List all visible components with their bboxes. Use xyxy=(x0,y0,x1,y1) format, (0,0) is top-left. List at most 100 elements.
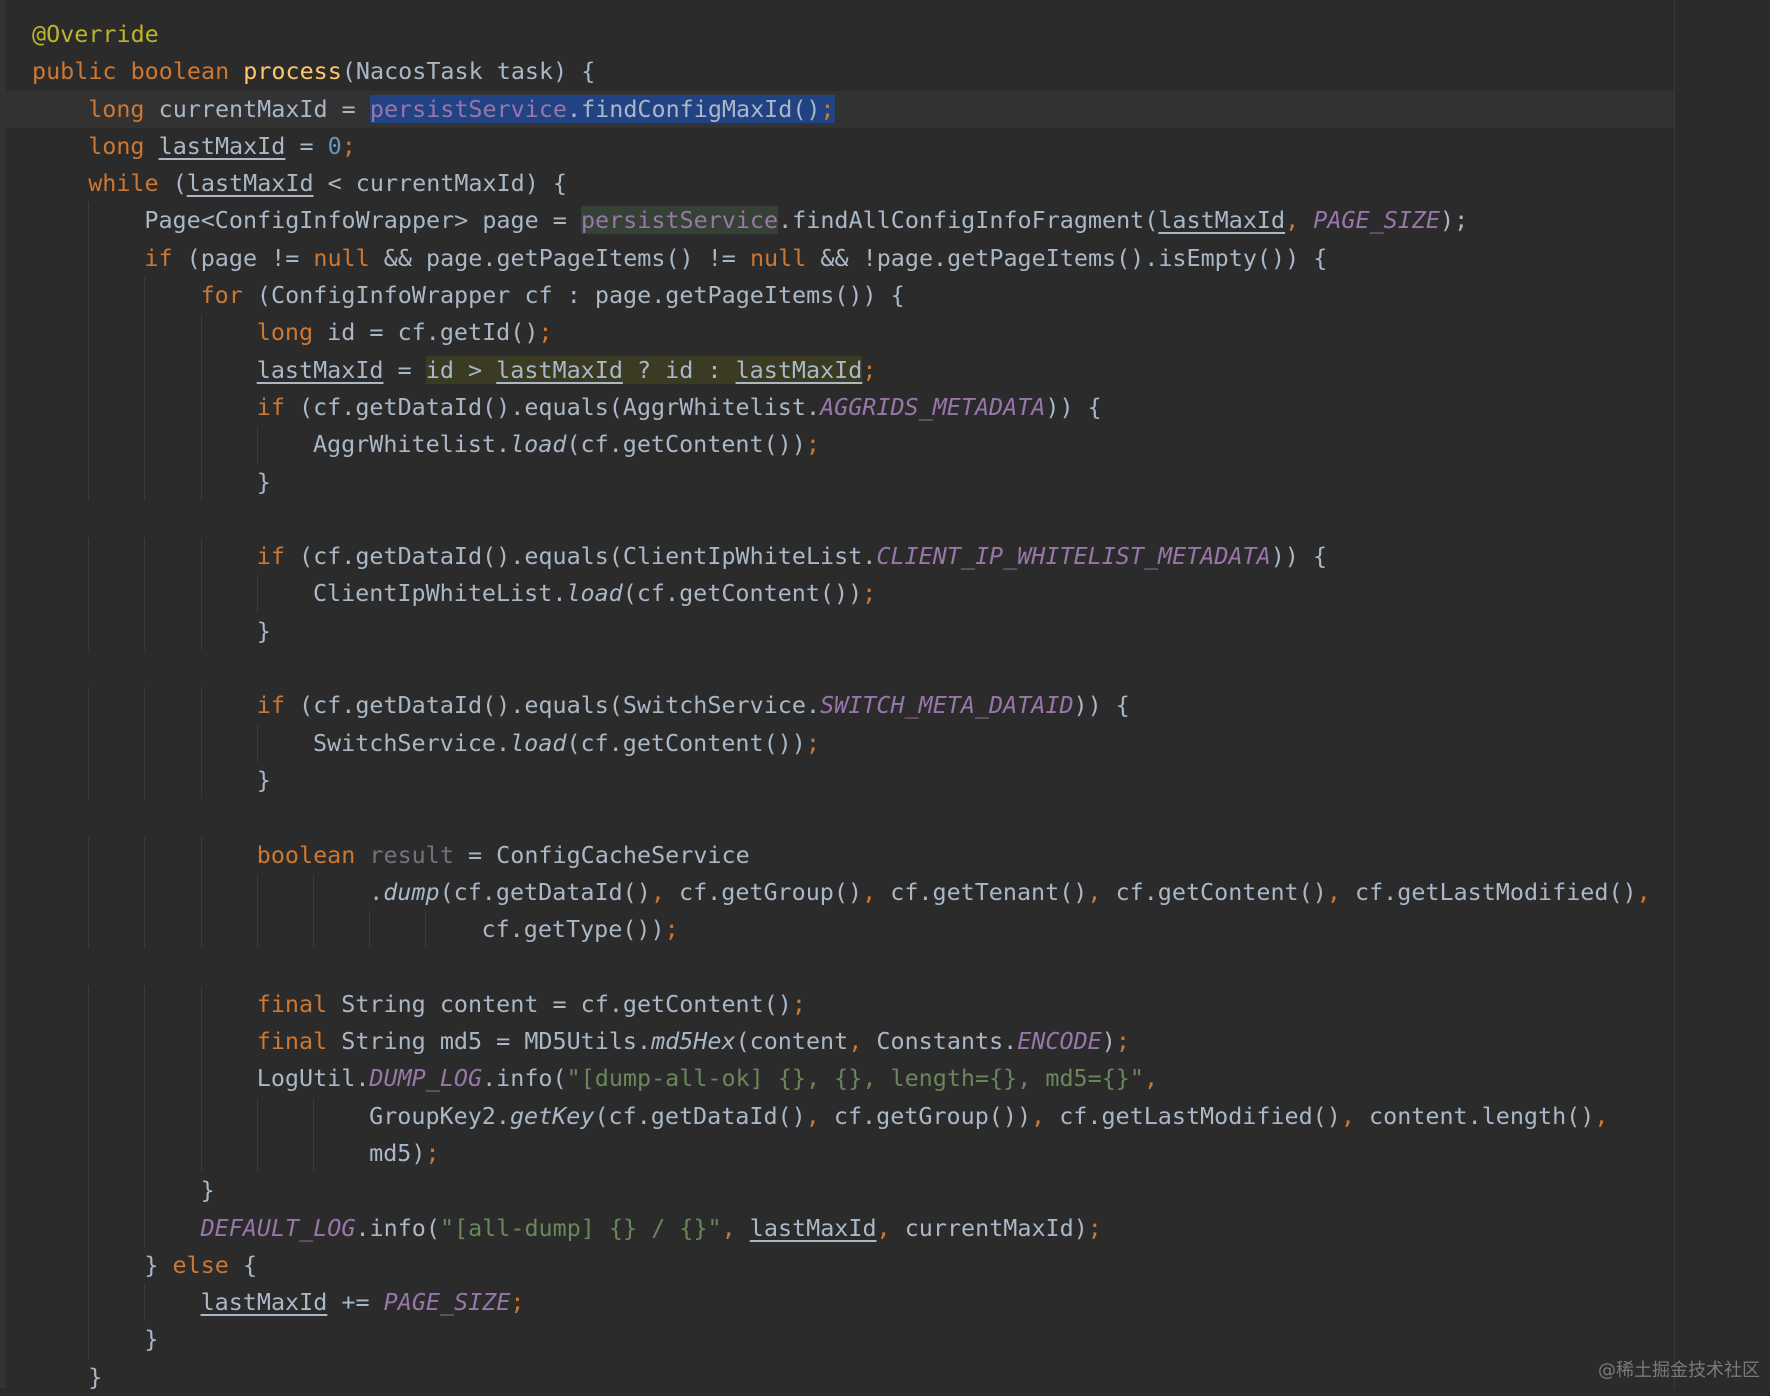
code-line[interactable] xyxy=(32,501,1762,538)
indent-guide xyxy=(88,1097,144,1136)
code-token: } xyxy=(144,1325,159,1354)
indent-guide xyxy=(32,687,88,724)
code-line[interactable]: DEFAULT_LOG.info("[all-dump] {} / {}", l… xyxy=(32,1209,1762,1248)
indent-guide xyxy=(200,687,257,725)
code-line[interactable]: } xyxy=(32,463,1762,502)
code-token: , xyxy=(805,1101,834,1130)
code-token: load xyxy=(510,728,567,757)
code-token: (cf.getContent()) xyxy=(566,430,806,459)
code-line[interactable]: final String content = cf.getContent(); xyxy=(32,985,1762,1024)
code-token: , xyxy=(876,1213,905,1242)
indent-guide xyxy=(256,1134,313,1173)
code-token: .findAllConfigInfoFragment( xyxy=(778,206,1159,235)
code-token: cf.getLastModified() xyxy=(1059,1101,1341,1130)
indent-guide xyxy=(200,1097,257,1136)
code-token: } xyxy=(88,1362,103,1391)
indent-guide xyxy=(32,1060,88,1097)
code-line[interactable]: if (cf.getDataId().equals(ClientIpWhiteL… xyxy=(32,538,1762,576)
code-line[interactable]: final String md5 = MD5Utils.md5Hex(conte… xyxy=(32,1023,1762,1061)
indent-guide xyxy=(200,911,257,949)
code-token: (content xyxy=(735,1027,849,1056)
indent-guide xyxy=(32,352,88,389)
code-line[interactable]: } else { xyxy=(32,1246,1762,1285)
code-token: ; xyxy=(805,728,820,757)
code-token: ; xyxy=(538,318,553,347)
code-token: , xyxy=(721,1213,750,1242)
code-editor[interactable]: @Override public boolean process(NacosTas… xyxy=(0,0,1770,1391)
code-token: , xyxy=(1285,206,1314,235)
indent-guide xyxy=(144,1023,200,1061)
code-token: ; xyxy=(805,430,820,459)
code-token: else xyxy=(172,1250,243,1279)
code-line[interactable]: SwitchService.load(cf.getContent()); xyxy=(32,724,1762,763)
code-token: load xyxy=(566,579,623,608)
indent-guide xyxy=(88,724,144,763)
code-line[interactable]: while (lastMaxId < currentMaxId) { xyxy=(32,165,1762,202)
indent-guide xyxy=(144,1097,200,1136)
code-line[interactable]: long id = cf.getId(); xyxy=(32,314,1762,352)
code-token: ; xyxy=(341,131,356,160)
code-line[interactable]: boolean result = ConfigCacheService xyxy=(32,836,1762,875)
code-line[interactable]: } xyxy=(32,1359,1762,1396)
indent-guide xyxy=(32,986,88,1023)
indent-guide xyxy=(32,240,88,277)
indent-guide xyxy=(88,463,144,502)
code-line[interactable]: long lastMaxId = 0; xyxy=(32,128,1762,165)
code-token: lastMaxId xyxy=(496,355,623,384)
indent-guide xyxy=(32,874,88,911)
code-line[interactable]: AggrWhitelist.load(cf.getContent()); xyxy=(32,426,1762,464)
code-line[interactable]: if (cf.getDataId().equals(AggrWhitelist.… xyxy=(32,388,1762,427)
code-line[interactable]: Page<ConfigInfoWrapper> page = persistSe… xyxy=(32,202,1762,241)
code-token: .findConfigMaxId() xyxy=(567,94,821,123)
indent-guide xyxy=(144,575,200,614)
indent-guide xyxy=(256,426,313,464)
code-line[interactable]: .dump(cf.getDataId(), cf.getGroup(), cf.… xyxy=(32,873,1762,912)
code-token: PAGE_SIZE xyxy=(383,1288,511,1317)
indent-guide xyxy=(88,873,144,912)
code-line[interactable]: ClientIpWhiteList.load(cf.getContent()); xyxy=(32,575,1762,614)
code-token: && !page.getPageItems().isEmpty()) { xyxy=(820,243,1328,272)
code-area[interactable]: @Override public boolean process(NacosTas… xyxy=(0,16,1762,1396)
indent-guide xyxy=(200,314,257,352)
code-token: , xyxy=(650,877,679,906)
code-token: (cf.getContent()) xyxy=(622,579,863,608)
code-token: { xyxy=(242,1250,258,1279)
code-line[interactable]: } xyxy=(32,1172,1762,1210)
code-line[interactable]: } xyxy=(32,1321,1762,1359)
code-line[interactable]: } xyxy=(32,761,1762,800)
indent-guide xyxy=(144,911,200,949)
indent-guide xyxy=(32,1135,88,1172)
code-line[interactable]: public boolean process(NacosTask task) { xyxy=(32,53,1762,90)
code-line[interactable]: lastMaxId = id > lastMaxId ? id : lastMa… xyxy=(32,351,1762,390)
code-token: GroupKey2. xyxy=(369,1101,510,1130)
code-line[interactable] xyxy=(32,650,1762,687)
code-token: )) { xyxy=(1045,392,1102,421)
indent-guide xyxy=(32,1098,88,1135)
indent-guide xyxy=(312,911,369,949)
code-line[interactable]: LogUtil.DUMP_LOG.info("[dump-all-ok] {},… xyxy=(32,1060,1762,1098)
indent-guide xyxy=(32,837,88,874)
code-token: (cf.getDataId().equals(SwitchService. xyxy=(299,691,821,720)
code-line[interactable] xyxy=(32,799,1762,836)
code-line[interactable]: @Override xyxy=(32,16,1762,53)
code-line[interactable]: if (page != null && page.getPageItems() … xyxy=(32,239,1762,278)
code-line[interactable]: long currentMaxId = persistService.findC… xyxy=(0,90,1674,128)
code-token: process xyxy=(243,57,342,86)
code-token: id = cf.getId() xyxy=(327,318,539,347)
code-line[interactable]: md5); xyxy=(32,1134,1762,1173)
code-line[interactable]: lastMaxId += PAGE_SIZE; xyxy=(32,1284,1762,1322)
code-line[interactable] xyxy=(32,948,1762,985)
indent-guide xyxy=(32,911,88,948)
indent-guide xyxy=(32,1023,88,1060)
code-line[interactable]: GroupKey2.getKey(cf.getDataId(), cf.getG… xyxy=(32,1097,1762,1136)
code-token: 0 xyxy=(327,131,342,160)
code-line[interactable]: cf.getType()); xyxy=(32,911,1762,949)
indent-guide xyxy=(88,612,144,651)
code-line[interactable]: for (ConfigInfoWrapper cf : page.getPage… xyxy=(32,277,1762,315)
indent-guide xyxy=(200,724,257,763)
code-token: DUMP_LOG xyxy=(369,1064,483,1093)
code-line[interactable]: if (cf.getDataId().equals(SwitchService.… xyxy=(32,687,1762,725)
indent-guide xyxy=(144,426,200,464)
indent-guide xyxy=(200,388,257,427)
code-line[interactable]: } xyxy=(32,612,1762,651)
